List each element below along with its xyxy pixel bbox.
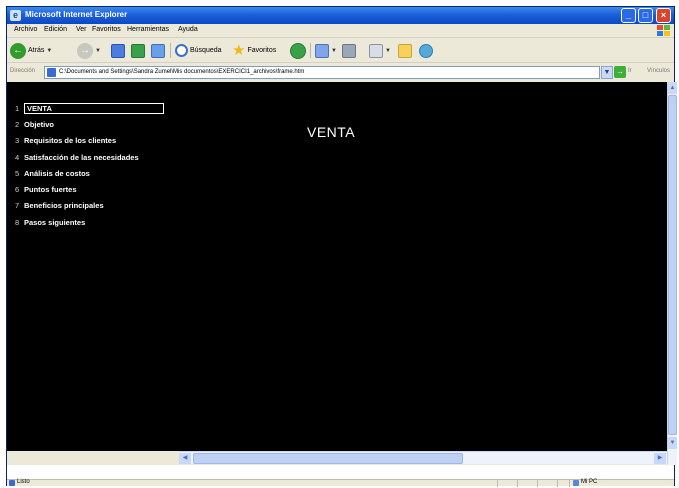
forward-button[interactable]: → ▼ [77,42,101,59]
forward-dropdown-icon[interactable]: ▼ [95,48,101,54]
address-input[interactable]: C:\Documents and Settings\Sandra Zumel\M… [44,66,600,79]
scroll-down-icon[interactable]: ▼ [668,437,677,449]
page-icon [47,68,56,77]
address-url: C:\Documents and Settings\Sandra Zumel\M… [59,69,305,75]
outline-number: 6 [15,185,20,195]
status-divider [537,480,538,487]
outline-number: 7 [15,201,20,211]
ie-app-icon[interactable]: e [10,10,21,21]
toolbar-separator [170,43,171,58]
status-divider [557,480,558,487]
outline-number: 3 [15,136,20,146]
menu-herramientas[interactable]: Herramientas [127,26,169,33]
links-button[interactable]: Vínculos [647,68,670,74]
slide-outline: 1 VENTA 2 Objetivo 3 Requisitos de los c… [15,100,164,230]
scroll-up-icon[interactable]: ▲ [668,82,677,94]
frame-footer [7,465,674,479]
outline-item-pasos[interactable]: 8 Pasos siguientes [15,214,164,230]
favorites-button[interactable]: ★ Favoritos [232,42,276,59]
security-zone-text: Mi PC [581,479,598,485]
go-button[interactable]: Ir [628,68,632,74]
outline-label: Pasos siguientes [24,217,86,227]
outline-label: Análisis de costos [24,168,90,178]
edit-dropdown-icon[interactable]: ▼ [385,48,391,54]
outline-label: Objetivo [24,119,55,129]
discuss-icon[interactable] [398,44,412,58]
outline-number: 4 [15,152,20,162]
back-dropdown-icon[interactable]: ▼ [46,48,52,54]
print-icon[interactable] [342,44,356,58]
status-divider [497,480,498,487]
outline-number: 5 [15,168,20,178]
go-arrow-icon[interactable]: → [614,66,626,78]
search-icon [175,44,188,57]
computer-icon [573,480,579,486]
maximize-button[interactable]: □ [638,8,653,23]
address-bar: Dirección C:\Documents and Settings\Sand… [7,64,674,80]
forward-arrow-icon: → [77,42,93,59]
menu-ayuda[interactable]: Ayuda [178,26,198,33]
back-arrow-icon: ← [10,42,26,59]
mail-dropdown-icon[interactable]: ▼ [331,48,337,54]
status-divider [517,480,518,487]
back-label: Atrás [28,47,45,54]
edit-page-icon [369,43,383,58]
outline-item-requisitos[interactable]: 3 Requisitos de los clientes [15,133,164,149]
close-button[interactable]: × [656,8,671,23]
status-divider [569,480,570,487]
outline-number: 1 [15,103,20,113]
outline-item-analisis[interactable]: 5 Análisis de costos [15,165,164,181]
minimize-button[interactable]: _ [621,8,636,23]
search-label: Búsqueda [190,47,222,54]
favorites-label: Favoritos [247,47,277,54]
horizontal-scroll-thumb[interactable] [193,453,463,464]
menu-ver[interactable]: Ver [76,26,87,33]
outline-item-beneficios[interactable]: 7 Beneficios principales [15,198,164,214]
outline-label: VENTA [24,102,164,114]
vertical-scrollbar[interactable]: ▲ ▼ [667,82,677,465]
slide-title: VENTA [307,124,356,140]
title-bar[interactable]: e Microsoft Internet Explorer _ □ × [7,7,674,24]
mail-button[interactable]: ▼ [315,42,337,59]
outline-item-satisfaccion[interactable]: 4 Satisfacción de las necesidades [15,149,164,165]
home-icon[interactable] [151,44,165,58]
page-status-icon [9,480,15,486]
mail-icon [315,43,329,58]
outline-number: 8 [15,217,20,227]
outline-item-venta[interactable]: 1 VENTA [15,100,164,116]
status-text: Listo [17,479,30,485]
search-button[interactable]: Búsqueda [175,42,222,59]
menu-edicion[interactable]: Edición [44,26,67,33]
stop-icon[interactable] [111,44,125,58]
outline-label: Satisfacción de las necesidades [24,152,139,162]
menu-archivo[interactable]: Archivo [14,26,37,33]
outline-item-objetivo[interactable]: 2 Objetivo [15,116,164,132]
window-title: Microsoft Internet Explorer [25,10,128,19]
status-bar: Listo Mi PC [7,479,674,487]
address-dropdown-icon[interactable]: ▼ [601,66,613,79]
outline-number: 2 [15,119,20,129]
page-content: 1 VENTA 2 Objetivo 3 Requisitos de los c… [7,82,667,451]
back-button[interactable]: ← Atrás ▼ [10,42,52,59]
menu-favoritos[interactable]: Favoritos [92,26,121,33]
browser-window: e Microsoft Internet Explorer _ □ × Arch… [6,6,677,487]
scroll-right-icon[interactable]: ▶ [654,453,666,464]
star-icon: ★ [232,41,246,59]
vertical-scroll-thumb[interactable] [668,95,677,435]
outline-item-puntos-fuertes[interactable]: 6 Puntos fuertes [15,181,164,197]
horizontal-scrollbar[interactable]: ◀ ▶ [179,451,667,464]
toolbar-separator [310,43,311,58]
outline-label: Puntos fuertes [24,185,77,195]
toolbar: ← Atrás ▼ → ▼ Búsqueda ★ Favoritos ▼ ▼ [7,38,674,63]
messenger-icon[interactable] [419,44,433,58]
menu-bar: Archivo Edición Ver Favoritos Herramient… [7,24,674,38]
refresh-icon[interactable] [131,44,145,58]
windows-logo-icon [657,25,670,36]
address-label: Dirección [10,68,36,74]
outline-label: Beneficios principales [24,201,104,211]
scroll-left-icon[interactable]: ◀ [179,453,191,464]
edit-button[interactable]: ▼ [369,42,391,59]
history-icon[interactable] [290,43,306,59]
outline-label: Requisitos de los clientes [24,136,117,146]
